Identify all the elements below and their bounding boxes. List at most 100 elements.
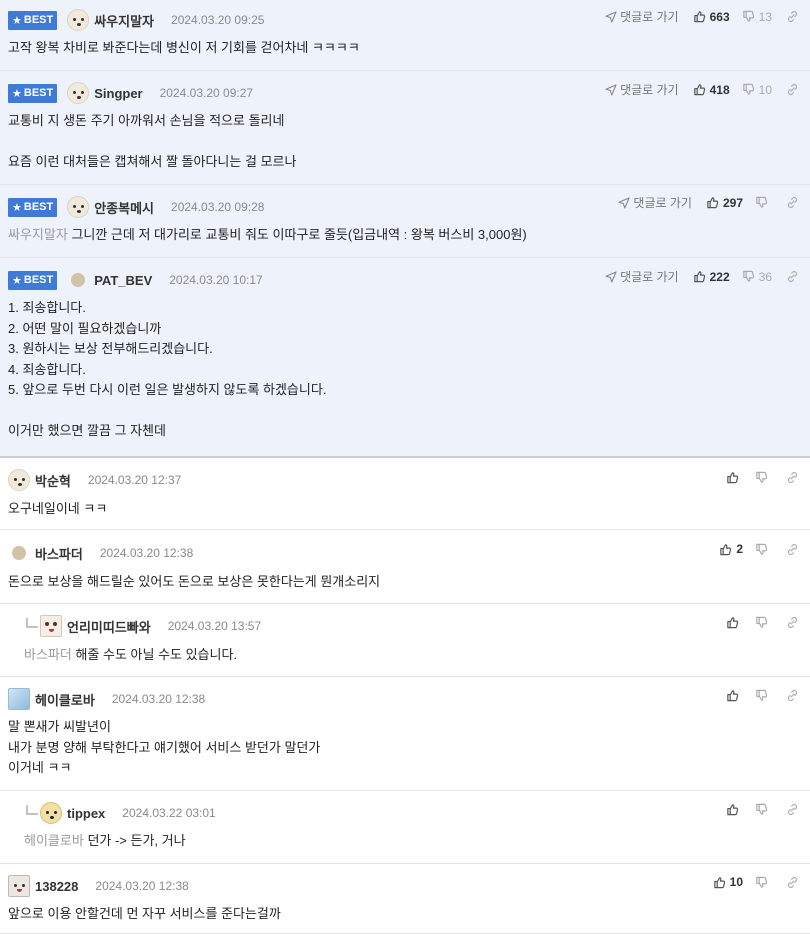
comment-date: 2024.03.20 12:38 (95, 879, 189, 893)
link-icon[interactable] (784, 874, 800, 890)
user-nickname[interactable]: 박순혁 (35, 471, 71, 490)
user-nickname[interactable]: tippex (67, 806, 105, 821)
user-nickname[interactable]: PAT_BEV (94, 273, 152, 288)
downvote-button[interactable] (755, 471, 772, 484)
user-nickname[interactable]: 바스파더 (35, 544, 83, 563)
goto-comment-link[interactable]: 댓글로 가기 (605, 81, 679, 98)
comment-header: 헤이클로바 2024.03.20 12:38 (8, 688, 802, 710)
downvote-button[interactable]: 10 (742, 83, 772, 97)
mention-username[interactable]: 싸우지말자 (8, 227, 68, 242)
comment-text: 오구네일이네 ㅋㅋ (8, 501, 108, 516)
comment-text: 던가 -> 든가, 거나 (87, 833, 186, 848)
reply-arrow-icon (26, 805, 38, 815)
avatar[interactable] (40, 615, 62, 637)
goto-comment-link[interactable]: 댓글로 가기 (618, 194, 692, 211)
upvote-count: 663 (709, 9, 730, 24)
upvote-button[interactable]: 222 (693, 270, 730, 284)
comment-actions: 댓글로 가기 418 10 (605, 81, 800, 98)
comment-header: 바스파더 2024.03.20 12:38 (8, 542, 802, 564)
upvote-button[interactable]: 663 (693, 10, 730, 24)
goto-comment-link[interactable]: 댓글로 가기 (605, 268, 679, 285)
avatar[interactable] (67, 82, 90, 104)
star-icon: ★ (12, 274, 22, 287)
thumb-up-icon (693, 270, 710, 283)
link-icon[interactable] (784, 269, 800, 285)
downvote-button[interactable] (755, 616, 772, 629)
downvote-button[interactable]: 13 (742, 10, 772, 24)
downvote-button[interactable] (755, 543, 772, 556)
upvote-button[interactable]: 418 (693, 83, 730, 97)
comment-text: 1. 죄송합니다. 2. 어떤 말이 필요하겠습니까 3. 원하시는 보상 전부… (8, 300, 327, 438)
avatar[interactable] (40, 802, 62, 824)
downvote-button[interactable] (755, 803, 772, 816)
comment-actions: 댓글로 가기 297 (618, 194, 800, 211)
thumb-up-icon (713, 876, 730, 889)
comment-date: 2024.03.20 09:25 (171, 13, 265, 27)
comment-date: 2024.03.22 03:01 (122, 806, 216, 820)
upvote-button[interactable] (726, 616, 743, 629)
downvote-button[interactable]: 36 (742, 270, 772, 284)
user-nickname[interactable]: 헤이클로바 (35, 690, 95, 709)
downvote-button[interactable] (755, 876, 772, 889)
best-label: BEST (23, 274, 54, 286)
upvote-button[interactable]: 2 (719, 542, 743, 556)
upvote-button[interactable]: 297 (706, 196, 743, 210)
link-icon[interactable] (784, 195, 800, 211)
user-nickname[interactable]: 언리미띠드빠와 (67, 617, 151, 636)
upvote-button[interactable]: 10 (713, 875, 743, 889)
downvote-button[interactable] (755, 196, 772, 209)
send-arrow-icon (605, 83, 620, 96)
thumb-down-icon (742, 83, 759, 96)
comment-date: 2024.03.20 10:17 (169, 273, 263, 287)
comment-actions: 댓글로 가기 222 36 (605, 268, 800, 285)
thumb-up-icon (693, 10, 710, 23)
link-icon[interactable] (784, 9, 800, 25)
downvote-button[interactable] (755, 689, 772, 702)
comment-header: 언리미띠드빠와 2024.03.20 13:57 (40, 615, 802, 637)
comment-date: 2024.03.20 09:28 (171, 200, 265, 214)
best-label: BEST (23, 14, 54, 26)
user-nickname[interactable]: 싸우지말자 (94, 11, 154, 30)
avatar[interactable] (12, 546, 26, 560)
avatar[interactable] (8, 875, 30, 897)
link-icon[interactable] (784, 541, 800, 557)
mention-username[interactable]: 바스파더 (24, 647, 72, 662)
comment-actions: 댓글로 가기 663 13 (605, 8, 800, 25)
avatar[interactable] (67, 196, 90, 218)
user-nickname[interactable]: 안종복메시 (94, 198, 154, 217)
upvote-count: 297 (722, 195, 743, 210)
send-arrow-icon (618, 196, 633, 209)
upvote-button[interactable] (726, 471, 743, 484)
avatar[interactable] (71, 273, 86, 287)
avatar[interactable] (67, 9, 90, 31)
user-nickname[interactable]: Singper (94, 86, 142, 101)
goto-comment-link[interactable]: 댓글로 가기 (605, 8, 679, 25)
best-badge: ★ BEST (8, 270, 58, 290)
best-comment: ★ BEST 싸우지말자 2024.03.20 09:25 댓글로 가기 663 13 고작 … (0, 0, 810, 71)
comment-body: 싸우지말자 그니깐 근데 저 대가리로 교통비 줘도 이따구로 줄듯(입금내역 … (8, 225, 798, 246)
thumb-up-icon (726, 471, 743, 484)
comment-body: 교통비 지 생돈 주기 아까워서 손님을 적으로 돌리네 요즘 이런 대처들은 … (8, 111, 798, 173)
link-icon[interactable] (784, 614, 800, 630)
comment-header: 138228 2024.03.20 12:38 (8, 875, 802, 897)
link-icon[interactable] (784, 82, 800, 98)
avatar[interactable] (8, 688, 30, 710)
thumb-up-icon (726, 689, 743, 702)
comment-date: 2024.03.20 09:27 (159, 86, 254, 100)
thumb-down-icon (742, 270, 759, 283)
reply-arrow-icon (26, 618, 38, 628)
link-icon[interactable] (784, 687, 800, 703)
upvote-button[interactable] (726, 803, 743, 816)
downvote-count: 13 (758, 9, 772, 24)
comment-body: 헤이클로바 던가 -> 든가, 거나 (24, 831, 798, 852)
avatar[interactable] (8, 469, 30, 491)
thumb-up-icon (693, 83, 710, 96)
star-icon: ★ (12, 201, 22, 214)
comment-item: 헤이클로바 2024.03.20 12:38 말 뽄새가 씨발년이 내가 분명 양해… (0, 677, 810, 791)
link-icon[interactable] (784, 801, 800, 817)
goto-comment-label: 댓글로 가기 (620, 270, 679, 284)
upvote-button[interactable] (726, 689, 743, 702)
mention-username[interactable]: 헤이클로바 (24, 833, 84, 848)
user-nickname[interactable]: 138228 (35, 879, 78, 894)
link-icon[interactable] (784, 469, 800, 485)
